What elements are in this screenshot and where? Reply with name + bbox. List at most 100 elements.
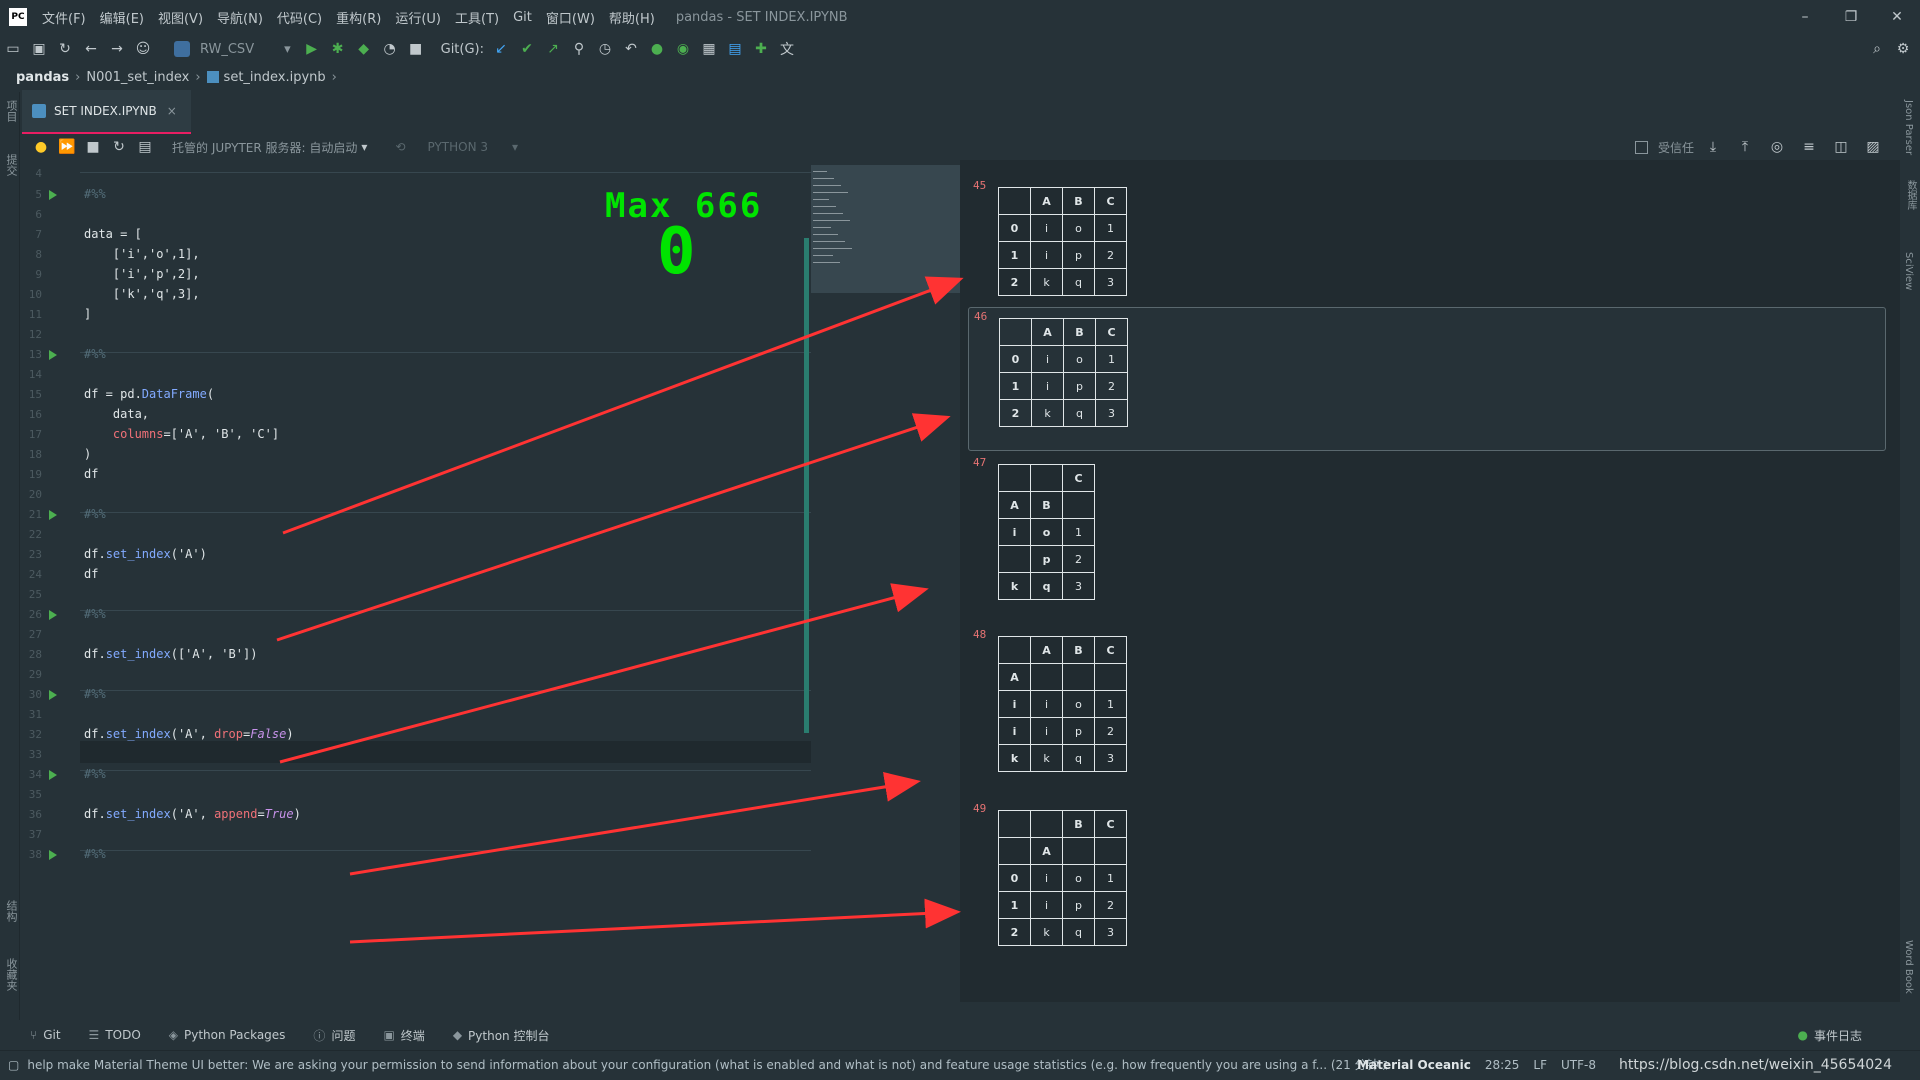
sciview-tool-tab[interactable]: SciView <box>1903 252 1914 290</box>
tool-terminal[interactable]: ▣ 终端 <box>383 1027 424 1044</box>
output-cell[interactable]: 47 C A Bi o 1 p 2 k q 3 <box>968 454 1886 625</box>
table-row: io1 <box>998 518 1095 546</box>
profile-icon[interactable]: ◔ <box>377 36 403 62</box>
translate-icon[interactable]: 文 <box>774 36 800 62</box>
interrupt-icon[interactable]: ■ <box>80 134 106 160</box>
commit-tool-tab[interactable]: 提交 <box>3 154 19 176</box>
puzzle-icon[interactable]: ✚ <box>748 36 774 62</box>
menu-edit[interactable]: 编辑(E) <box>93 8 151 27</box>
layout-icon[interactable]: ▦ <box>696 36 722 62</box>
run-cell-icon[interactable] <box>49 690 57 700</box>
save-icon[interactable]: ▣ <box>26 36 52 62</box>
caret-position[interactable]: 28:25 <box>1485 1058 1520 1072</box>
menu-help[interactable]: 帮助(H) <box>602 8 662 27</box>
tool-python-packages[interactable]: ◈ Python Packages <box>169 1028 286 1042</box>
output-cell[interactable]: 45 A B C 0 i o 1 1 i p 2 2 k q 3 <box>968 177 1886 321</box>
table-cell: o <box>1062 864 1095 892</box>
tool-todo[interactable]: ☰ TODO <box>89 1028 141 1042</box>
menu-window[interactable]: 窗口(W) <box>539 8 602 27</box>
structure-tool-tab[interactable]: 结构 <box>3 900 19 922</box>
coverage-icon[interactable]: ◆ <box>351 36 377 62</box>
table-cell: 0 <box>999 345 1032 373</box>
code-editor[interactable]: #%% data = [ ['i','o',1], ['i','p',2], [… <box>80 160 811 1002</box>
kernel-select[interactable]: PYTHON 3 <box>427 140 488 154</box>
split-view-icon[interactable]: ◫ <box>1828 134 1854 160</box>
editor-only-icon[interactable]: ≡ <box>1796 134 1822 160</box>
project-tool-tab[interactable]: 项目 <box>3 100 19 122</box>
run-config-select[interactable]: RW_CSV ▾ <box>174 41 291 57</box>
close-icon[interactable]: × <box>167 104 177 118</box>
back-icon[interactable]: ← <box>78 36 104 62</box>
revert-icon[interactable]: ↶ <box>618 36 644 62</box>
restore-button[interactable]: ❐ <box>1828 0 1874 34</box>
gear-icon[interactable]: ⚙ <box>1890 36 1916 62</box>
theme-name[interactable]: Material Oceanic <box>1357 1058 1471 1072</box>
eye-icon[interactable]: ◎ <box>1764 134 1790 160</box>
menu-navigate[interactable]: 导航(N) <box>210 8 270 27</box>
menu-git[interactable]: Git <box>506 10 539 25</box>
git-commit-icon[interactable]: ✔ <box>514 36 540 62</box>
run-cell-icon[interactable] <box>49 510 57 520</box>
breadcrumb-folder[interactable]: N001_set_index <box>86 70 189 85</box>
close-window-button[interactable]: ✕ <box>1874 0 1920 34</box>
search-icon[interactable]: ⌕ <box>1864 36 1890 62</box>
status-message[interactable]: help make Material Theme UI better: We a… <box>27 1056 1387 1073</box>
run-cell-icon[interactable] <box>49 850 57 860</box>
breadcrumb-file[interactable]: set_index.ipynb <box>224 70 326 85</box>
run-cell-icon[interactable] <box>49 610 57 620</box>
menu-file[interactable]: 文件(F) <box>35 8 93 27</box>
restart-kernel-icon[interactable]: ↻ <box>106 134 132 160</box>
bookmarks-tool-tab[interactable]: 收藏夹 <box>3 958 19 991</box>
forward-icon[interactable]: → <box>104 36 130 62</box>
json-parser-tool-tab[interactable]: Json Parser <box>1903 100 1914 155</box>
jupyter-server-select[interactable]: 托管的 JUPYTER 服务器: 自动启动 <box>172 139 357 156</box>
debug-icon[interactable]: ✱ <box>325 36 351 62</box>
menu-tools[interactable]: 工具(T) <box>448 8 506 27</box>
sciview-icon[interactable]: ▤ <box>722 36 748 62</box>
preview-only-icon[interactable]: ▨ <box>1860 134 1886 160</box>
git-branch-icon[interactable]: ⚲ <box>566 36 592 62</box>
minimize-button[interactable]: – <box>1782 0 1828 34</box>
menu-code[interactable]: 代码(C) <box>270 8 329 27</box>
output-cell[interactable]: 49 B C A 0 i o 1 1 i p 2 2 k q 3 <box>968 800 1886 971</box>
user-icon[interactable]: ☺ <box>130 36 156 62</box>
notebook-minimap[interactable] <box>811 165 960 293</box>
tab-set-index[interactable]: SET INDEX.IPYNB × <box>22 90 191 134</box>
menu-refactor[interactable]: 重构(R) <box>329 8 388 27</box>
wordbook-tool-tab[interactable]: Word Book <box>1903 940 1914 994</box>
run-icon[interactable]: ▶ <box>299 36 325 62</box>
sync-icon[interactable]: ↻ <box>52 36 78 62</box>
download-icon[interactable]: ⤓ <box>1700 134 1726 160</box>
menu-view[interactable]: 视图(V) <box>151 8 210 27</box>
run-cell-icon[interactable] <box>49 350 57 360</box>
trusted-checkbox[interactable] <box>1634 140 1648 154</box>
run-cell-icon[interactable] <box>49 770 57 780</box>
notification-icon[interactable]: ▢ <box>8 1058 19 1072</box>
stop-icon[interactable]: ■ <box>403 36 429 62</box>
code-line-21: #%% <box>84 507 106 521</box>
breadcrumb-project[interactable]: pandas <box>16 70 69 85</box>
git-update-icon[interactable]: ↙ <box>488 36 514 62</box>
git-push-icon[interactable]: ↗ <box>540 36 566 62</box>
search-everywhere-icon[interactable]: ● <box>644 36 670 62</box>
menu-run[interactable]: 运行(U) <box>388 8 448 27</box>
plugin-icon[interactable]: ◉ <box>670 36 696 62</box>
run-all-icon[interactable]: ⏩ <box>54 134 80 160</box>
tool-python-console[interactable]: ◆ Python 控制台 <box>453 1027 550 1044</box>
tool-git[interactable]: ⑂ Git <box>30 1028 61 1042</box>
tool-event-log[interactable]: ● 事件日志 <box>1798 1027 1863 1044</box>
line-number: 21 <box>28 508 42 521</box>
history-icon[interactable]: ◷ <box>592 36 618 62</box>
run-cell-icon[interactable] <box>49 190 57 200</box>
lightbulb-icon[interactable]: ● <box>28 134 54 160</box>
line-separator[interactable]: LF <box>1533 1058 1547 1072</box>
upload-icon[interactable]: ⤒ <box>1732 134 1758 160</box>
database-tool-tab[interactable]: 数据库 <box>1903 180 1918 210</box>
tool-problems[interactable]: ⓘ 问题 <box>313 1027 355 1044</box>
output-cell[interactable]: 46 A B C 0 i o 1 1 i p 2 2 k q 3 <box>968 307 1886 451</box>
open-folder-icon[interactable]: ▭ <box>0 36 26 62</box>
clear-outputs-icon[interactable]: ▤ <box>132 134 158 160</box>
output-cell[interactable]: 48 A B C Ai i o 1 i i p 2 k k q 3 <box>968 626 1886 797</box>
editor-scrollbar[interactable] <box>804 238 809 733</box>
file-encoding[interactable]: UTF-8 <box>1561 1058 1596 1072</box>
